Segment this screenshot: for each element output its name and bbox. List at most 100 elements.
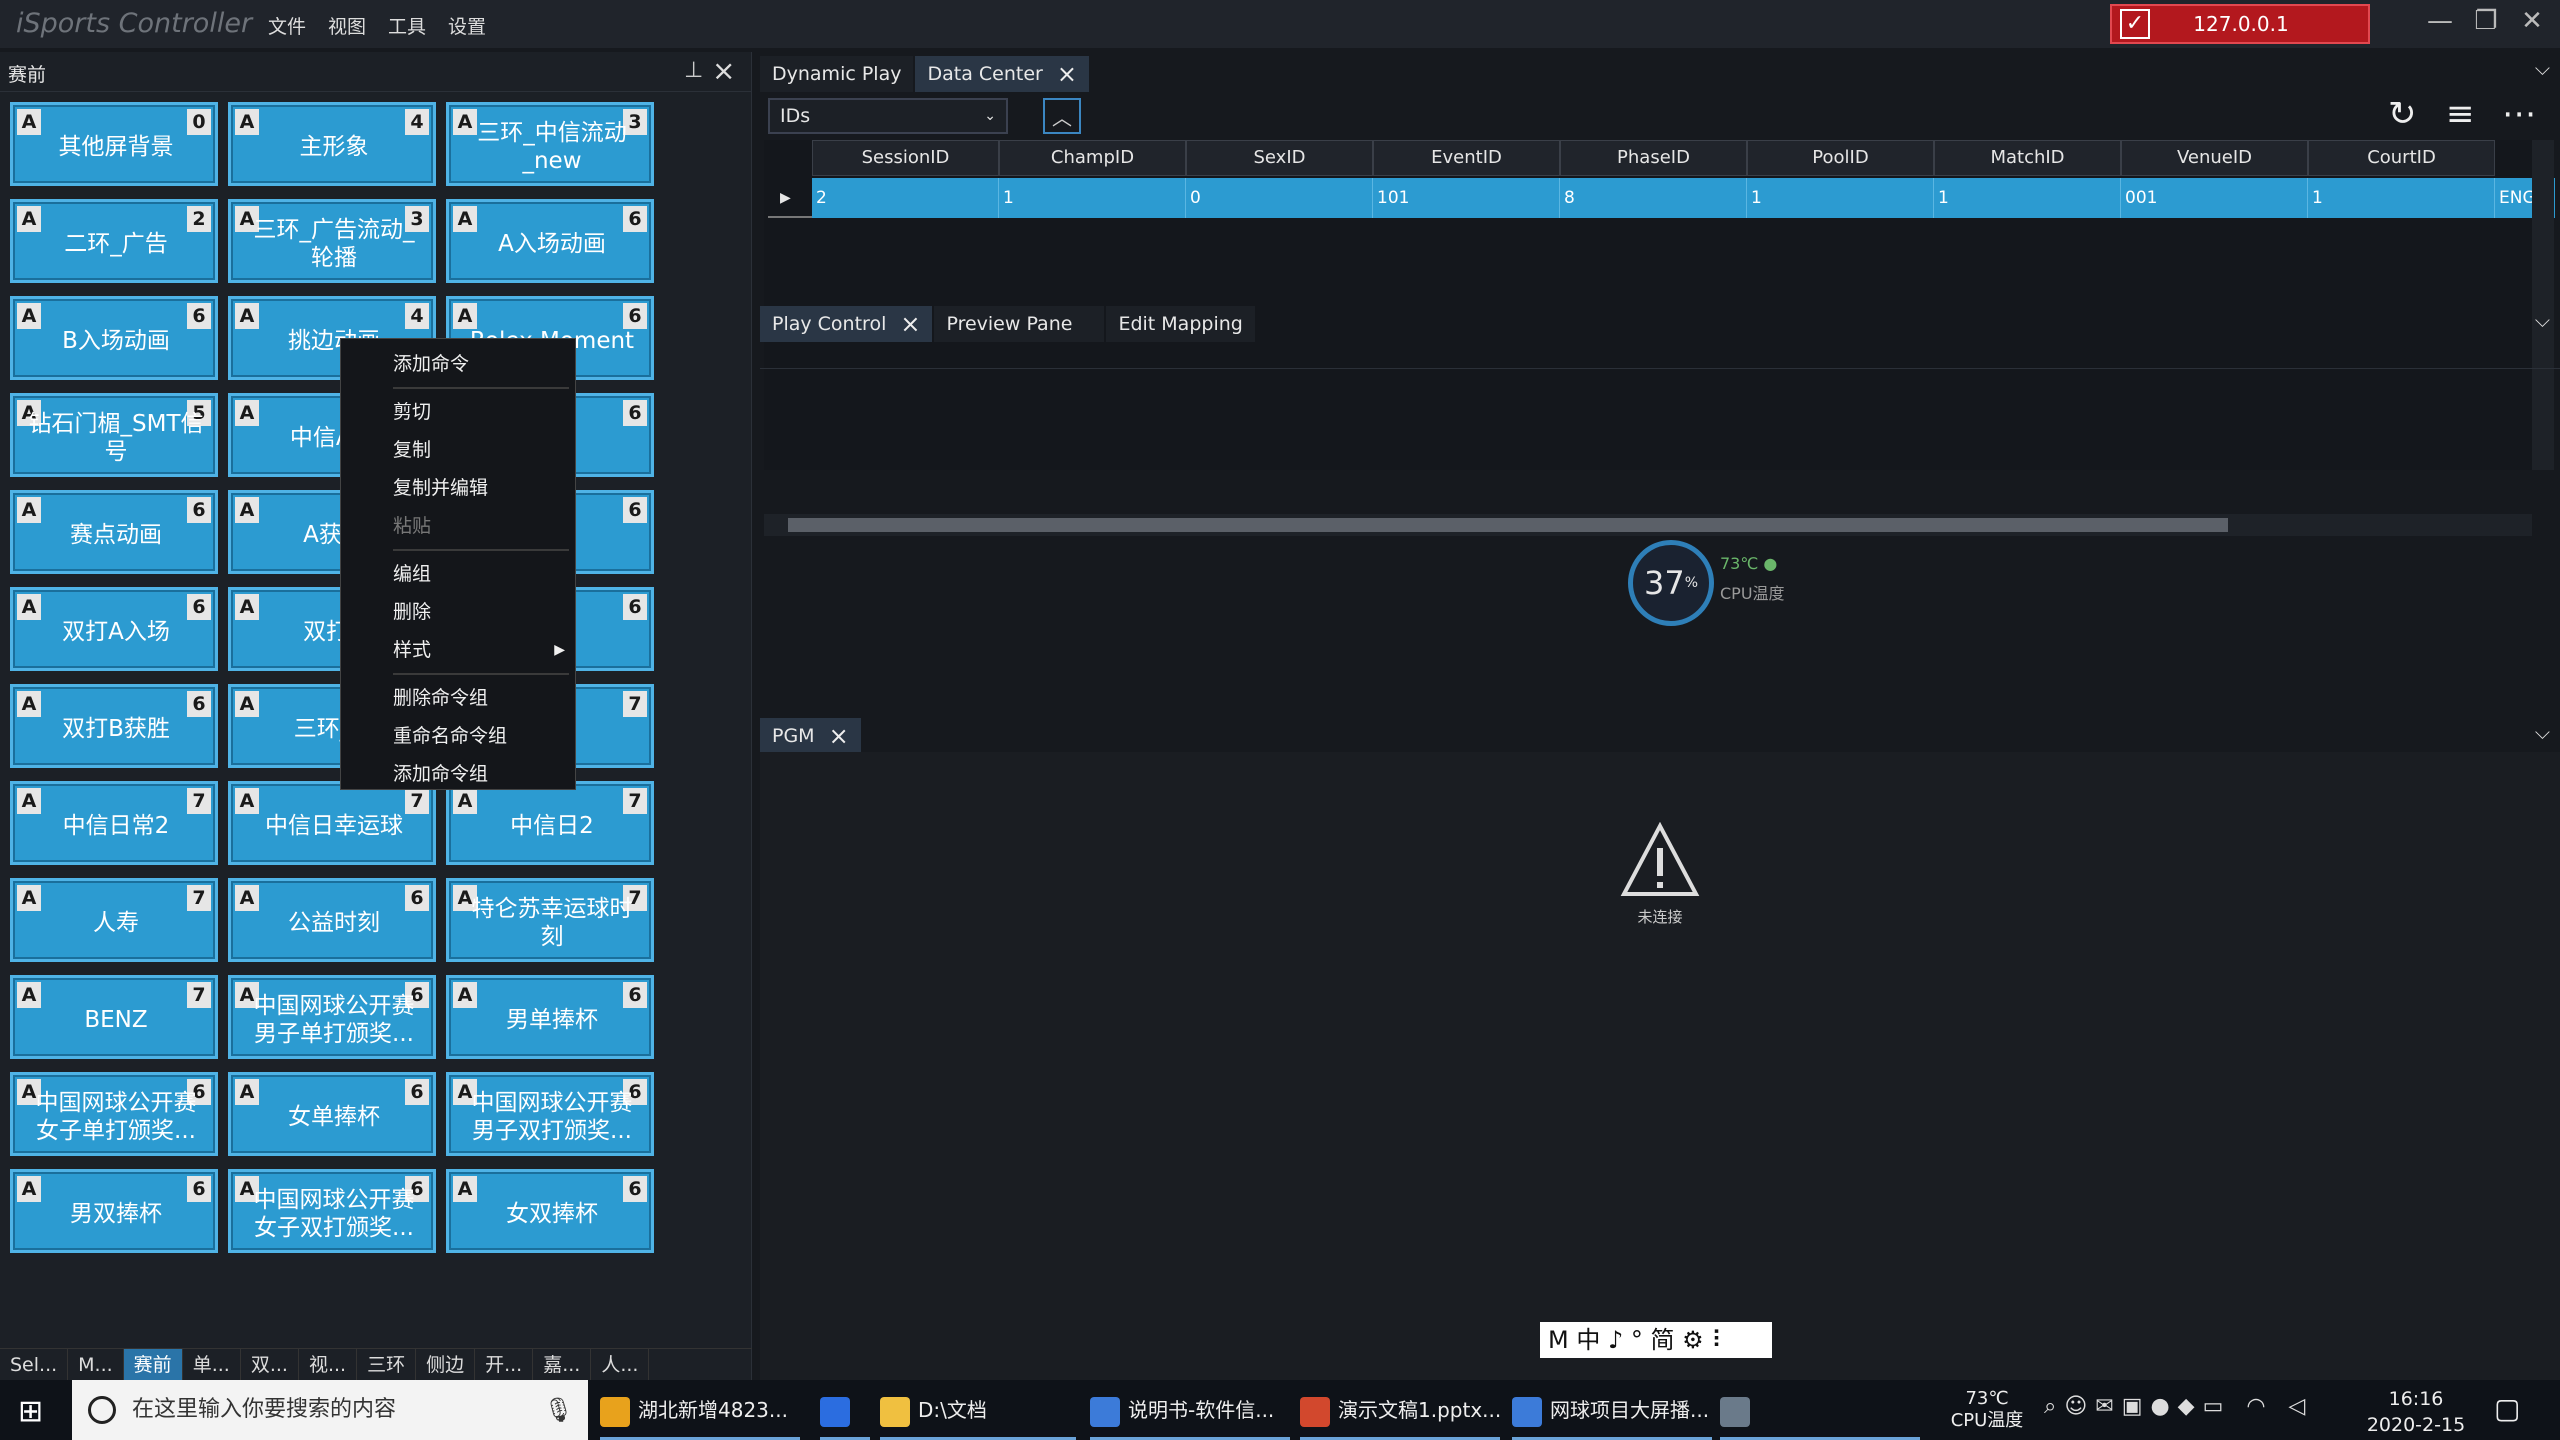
command-tile[interactable]: A 6 中国网球公开赛男子单打颁奖... [228,975,436,1059]
table-cell[interactable]: 1 [1934,178,2121,218]
notification-icon[interactable]: ▢ [2494,1392,2520,1425]
close-window-button[interactable]: ✕ [2512,6,2552,36]
taskbar-app[interactable]: 湖北新增4823... [600,1380,800,1440]
column-header[interactable]: ChampID [999,140,1186,176]
column-header[interactable]: SexID [1186,140,1373,176]
group-tab[interactable]: 人... [591,1349,650,1380]
refresh-icon[interactable]: ↻ [2388,94,2417,134]
command-tile[interactable]: A 6 赛点动画 [10,490,218,574]
windows-start-icon[interactable]: ⊞ [18,1394,43,1429]
group-tab[interactable]: M... [68,1349,124,1380]
column-header[interactable]: CourtID [2308,140,2495,176]
command-tile[interactable]: A 6 女单捧杯 [228,1072,436,1156]
command-tile[interactable]: A 3 三环_广告流动_轮播 [228,199,436,283]
group-tab[interactable]: Sel... [0,1349,69,1380]
command-tile[interactable]: A 7 人寿 [10,878,218,962]
taskbar-app[interactable] [1720,1380,1920,1440]
group-tab[interactable]: 双... [241,1349,299,1380]
taskbar-app[interactable] [820,1380,870,1440]
command-tile[interactable]: A 6 A入场动画 [446,199,654,283]
table-cell[interactable]: 001 [2121,178,2308,218]
command-tile[interactable]: A 7 中信日幸运球 [228,781,436,865]
command-tile[interactable]: A 6 双打A入场 [10,587,218,671]
restore-button[interactable]: ❐ [2466,6,2506,36]
command-tile[interactable]: A 5 钻石门楣_SMT信号 [10,393,218,477]
command-tile[interactable]: A 6 男单捧杯 [446,975,654,1059]
tab-preview-pane[interactable]: Preview Pane [934,306,1105,342]
context-menu-item[interactable]: 编组 [341,555,575,593]
command-tile[interactable]: A 6 中国网球公开赛女子双打颁奖... [228,1169,436,1253]
column-header[interactable]: SessionID [812,140,999,176]
context-menu-item[interactable]: 粘贴 [341,507,575,545]
table-cell[interactable]: 1 [999,178,1186,218]
column-header[interactable]: VenueID [2121,140,2308,176]
group-tab[interactable]: 侧边 [416,1349,476,1380]
command-tile[interactable]: A 6 中国网球公开赛男子双打颁奖... [446,1072,654,1156]
command-tile[interactable]: A 2 二环_广告 [10,199,218,283]
collapse-up-button[interactable]: ︿ [1043,98,1081,134]
context-menu-item[interactable]: 剪切 [341,393,575,431]
server-checkbox[interactable]: ✓ [2120,9,2150,39]
close-tab-icon[interactable]: × [1057,56,1077,92]
tab-data-center[interactable]: Data Center × [915,56,1089,92]
table-cell[interactable]: 8 [1560,178,1747,218]
context-menu-item[interactable]: 样式 ▶ [341,631,575,669]
table-cell[interactable]: 101 [1373,178,1560,218]
command-tile[interactable]: A 6 双打B获胜 [10,684,218,768]
context-menu-item[interactable]: 复制并编辑 [341,469,575,507]
command-tile[interactable]: A 7 中信日常2 [10,781,218,865]
table-cell[interactable]: 2 [812,178,999,218]
group-tab[interactable]: 嘉... [533,1349,592,1380]
command-tile[interactable]: A 4 主形象 [228,102,436,186]
command-tile[interactable]: A 7 中信日2 [446,781,654,865]
close-panel-button[interactable]: × [712,54,735,87]
group-tab[interactable]: 赛前 [123,1349,183,1380]
tab-pgm[interactable]: PGM × [760,718,861,754]
command-tile[interactable]: A 6 女双捧杯 [446,1169,654,1253]
table-cell[interactable]: 1 [2308,178,2495,218]
more-icon[interactable]: ⋯ [2502,94,2536,134]
menu-lines-icon[interactable]: ≡ [2446,94,2475,134]
taskbar-app[interactable]: 网球项目大屏播... [1512,1380,1712,1440]
minimize-button[interactable]: — [2420,6,2460,36]
tab-play-control[interactable]: Play Control × [760,306,933,342]
tab-edit-mapping[interactable]: Edit Mapping [1106,306,1255,342]
taskbar-app[interactable]: 说明书-软件信... [1090,1380,1290,1440]
microphone-icon[interactable]: 🎙 [544,1380,574,1440]
command-tile[interactable]: A 0 其他屏背景 [10,102,218,186]
taskbar-search[interactable]: 在这里输入你要搜索的内容 🎙 [72,1380,588,1440]
command-tile[interactable]: A 7 BENZ [10,975,218,1059]
group-tab[interactable]: 开... [475,1349,534,1380]
command-tile[interactable]: A 6 男双捧杯 [10,1169,218,1253]
context-menu-item[interactable]: 删除命令组 [341,679,575,717]
taskbar-app[interactable]: D:\文档 [880,1380,1076,1440]
ime-toolbar[interactable]: M 中 ♪ ° 简 ⚙ ⠇ [1540,1322,1772,1358]
close-tab-icon[interactable]: × [900,306,920,342]
chevron-down-icon[interactable]: ⌵ [2535,720,2550,744]
column-header[interactable]: PhaseID [1560,140,1747,176]
chevron-down-icon[interactable]: ⌵ [2535,308,2550,332]
context-menu-item[interactable]: 删除 [341,593,575,631]
context-menu-item[interactable]: 添加命令 [341,345,575,383]
group-tab[interactable]: 单... [183,1349,241,1380]
group-tab[interactable]: 三环 [357,1349,417,1380]
id-type-select[interactable]: IDs ⌄ [768,98,1008,134]
tab-dynamic-play[interactable]: Dynamic Play [760,56,914,92]
context-menu-item[interactable]: 添加命令组 [341,755,575,793]
command-tile[interactable]: A 6 中国网球公开赛女子单打颁奖... [10,1072,218,1156]
command-tile[interactable]: A 6 B入场动画 [10,296,218,380]
group-tab[interactable]: 视... [299,1349,358,1380]
column-header[interactable]: MatchID [1934,140,2121,176]
pin-icon[interactable]: ⊥ [684,58,703,83]
context-menu-item[interactable]: 重命名命令组 [341,717,575,755]
clock[interactable]: 16:16 2020-2-15 [2356,1386,2476,1438]
context-menu-item[interactable]: 复制 [341,431,575,469]
row-selector-icon[interactable]: ▶ [768,178,812,218]
menu-file[interactable]: 文件 [268,12,306,39]
menu-tools[interactable]: 工具 [388,12,426,39]
table-row[interactable]: 2 1 0 101 8 1 1 001 1 ENG [812,178,2555,218]
column-header[interactable]: EventID [1373,140,1560,176]
menu-settings[interactable]: 设置 [448,12,486,39]
tray-icons[interactable]: ⌕☺✉▣●◆▭ ◠ ◁ [2044,1394,2313,1419]
server-connection-box[interactable]: ✓ 127.0.0.1 [2110,4,2370,44]
